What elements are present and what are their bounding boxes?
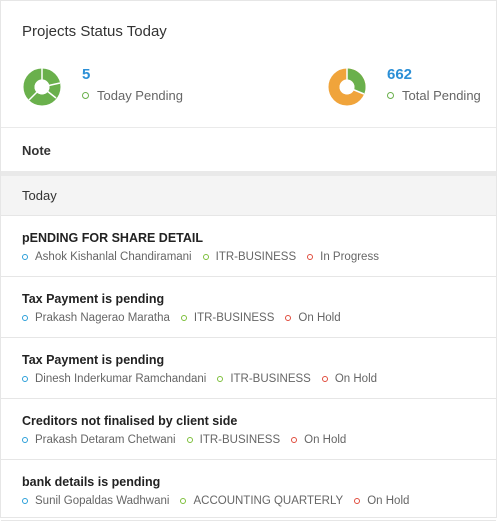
item-type: ITR-BUSINESS: [215, 251, 297, 263]
item-type: ITR-BUSINESS: [193, 312, 275, 324]
list-item[interactable]: Tax Payment is pending Prakash Nagerao M…: [1, 277, 496, 338]
item-client: Prakash Detaram Chetwani: [35, 434, 176, 446]
item-type: ITR-BUSINESS: [199, 434, 281, 446]
list-item[interactable]: Tax Payment is pending Dinesh Inderkumar…: [1, 338, 496, 399]
client-dot-icon: [22, 437, 28, 443]
status-dot-icon: [291, 437, 298, 443]
type-dot-icon: [202, 254, 209, 260]
type-dot-icon: [217, 376, 224, 382]
status-dot-icon: [285, 315, 292, 321]
today-pending-stat[interactable]: 5 Today Pending: [23, 64, 183, 106]
projects-status-card: Projects Status Today 5 Today Pending 66…: [0, 0, 497, 521]
item-title: pENDING FOR SHARE DETAIL: [22, 231, 204, 245]
list-item[interactable]: pENDING FOR SHARE DETAIL Ashok Kishanlal…: [1, 216, 496, 277]
today-pending-label: Today Pending: [97, 88, 184, 103]
note-header: Note: [1, 127, 496, 172]
item-title: Tax Payment is pending: [22, 353, 165, 367]
client-dot-icon: [22, 498, 28, 504]
item-status: On Hold: [298, 312, 341, 324]
client-dot-icon: [22, 376, 28, 382]
type-dot-icon: [186, 437, 193, 443]
item-status: In Progress: [320, 251, 379, 263]
item-client: Dinesh Inderkumar Ramchandani: [35, 373, 207, 385]
status-dot-icon: [307, 254, 314, 260]
item-title: bank details is pending: [22, 475, 161, 489]
client-dot-icon: [22, 254, 28, 260]
total-pending-count: 662: [387, 66, 413, 83]
item-client: Prakash Nagerao Maratha: [35, 312, 170, 324]
item-client: Sunil Gopaldas Wadhwani: [35, 495, 170, 507]
status-dot-icon: [321, 376, 328, 382]
item-type: ITR-BUSINESS: [230, 373, 311, 385]
today-section-header: Today: [1, 171, 496, 216]
total-pending-label: Total Pending: [402, 88, 481, 103]
item-title: Creditors not finalised by client side: [22, 414, 238, 428]
item-client: Ashok Kishanlal Chandiramani: [35, 251, 192, 263]
list-item[interactable]: bank details is pending Sunil Gopaldas W…: [1, 460, 496, 521]
today-pending-count: 5: [82, 66, 91, 83]
card-title: Projects Status Today: [22, 23, 167, 40]
item-status: On Hold: [367, 495, 410, 507]
item-title: Tax Payment is pending: [22, 292, 165, 306]
task-list: pENDING FOR SHARE DETAIL Ashok Kishanlal…: [1, 216, 496, 521]
donut-chart-icon: [23, 68, 61, 106]
status-dot-icon: [82, 92, 89, 99]
type-dot-icon: [180, 498, 187, 504]
type-dot-icon: [180, 315, 187, 321]
list-item[interactable]: Creditors not finalised by client side P…: [1, 399, 496, 460]
item-status: On Hold: [334, 373, 378, 385]
status-dot-icon: [354, 498, 361, 504]
item-type: ACCOUNTING QUARTERLY: [193, 495, 344, 507]
item-status: On Hold: [304, 434, 347, 446]
total-pending-stat[interactable]: 662 Total Pending: [328, 64, 481, 106]
status-dot-icon: [387, 92, 394, 99]
client-dot-icon: [22, 315, 28, 321]
donut-chart-icon: [328, 68, 366, 106]
